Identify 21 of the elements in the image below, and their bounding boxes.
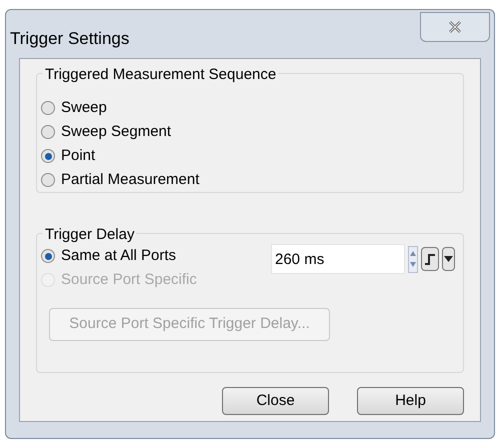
step-button[interactable] <box>421 247 439 271</box>
radio-button[interactable] <box>41 173 55 187</box>
close-button[interactable] <box>420 12 490 42</box>
step-icon <box>424 252 436 266</box>
dialog-button[interactable]: Close <box>222 387 329 415</box>
radio-label: Source Port Specific <box>61 270 197 290</box>
delay-field[interactable]: 260 ms <box>271 244 405 274</box>
radio-label: Sweep <box>61 98 107 118</box>
caret-icon <box>444 256 453 262</box>
radio-label: Sweep Segment <box>61 122 172 142</box>
dialog-button[interactable]: Help <box>357 387 464 415</box>
window-title: Trigger Settings <box>10 28 130 50</box>
dropdown-button[interactable] <box>442 247 455 271</box>
radio-label: Partial Measurement <box>61 170 200 190</box>
radio-button[interactable] <box>41 149 55 163</box>
radio-button[interactable] <box>41 249 55 263</box>
radio-label: Point <box>61 146 96 166</box>
radio-button[interactable] <box>41 125 55 139</box>
radio-label: Same at All Ports <box>61 246 176 266</box>
radio-button[interactable] <box>41 101 55 115</box>
close-icon <box>448 21 462 33</box>
